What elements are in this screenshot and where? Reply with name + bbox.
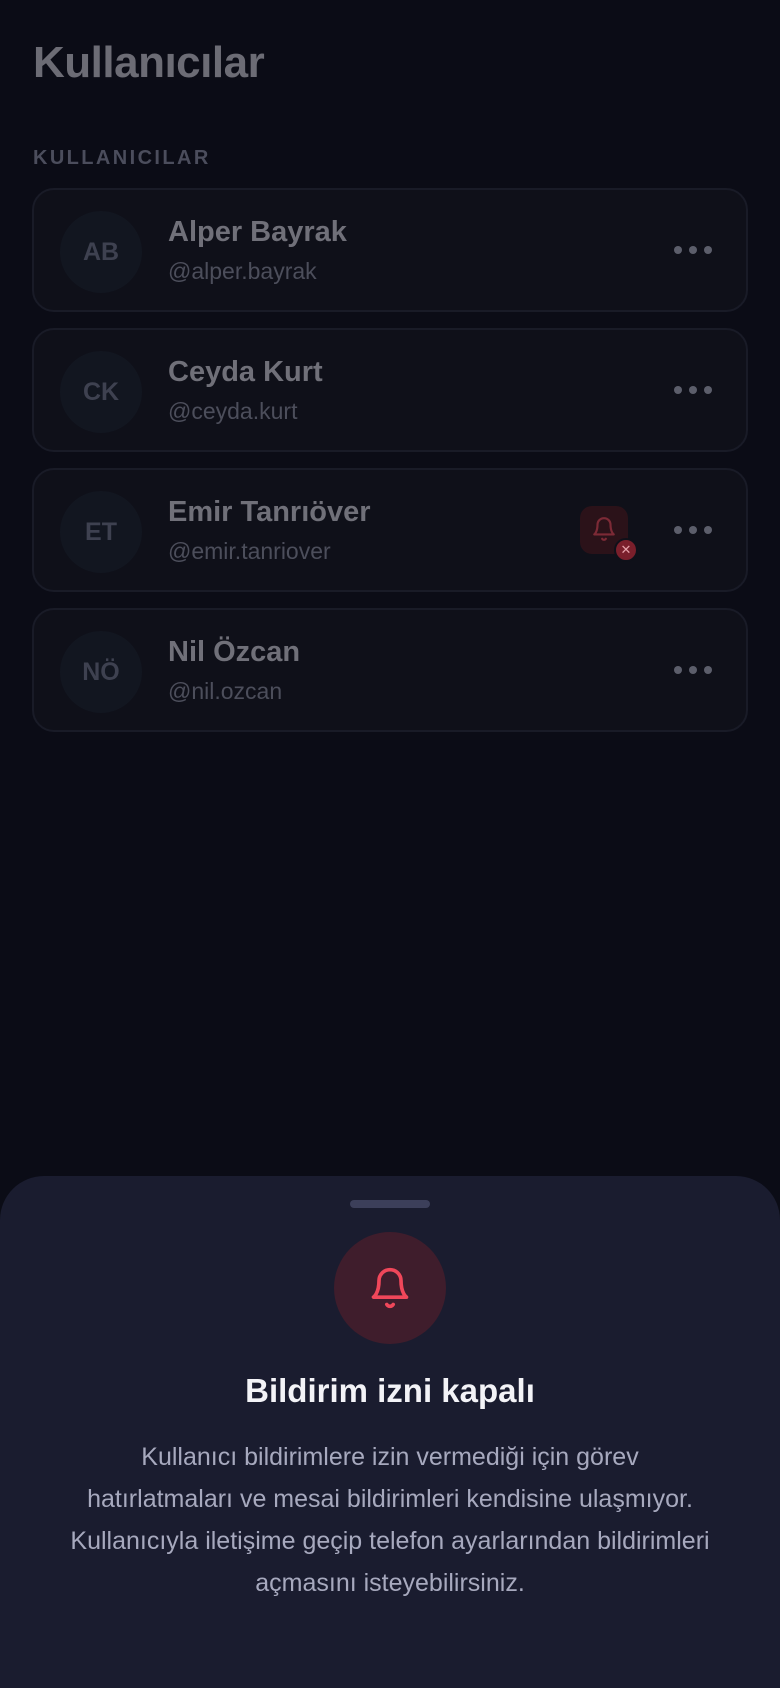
- sheet-title: Bildirim izni kapalı: [245, 1372, 535, 1409]
- user-handle: @alper.bayrak: [168, 258, 317, 284]
- user-card-ceyda-kurt[interactable]: CK Ceyda Kurt @ceyda.kurt: [32, 328, 748, 452]
- more-dot: [689, 526, 697, 534]
- user-handle: @nil.ozcan: [168, 678, 283, 704]
- sheet-description: Kullanıcı bildirimlere izin vermediği iç…: [70, 1443, 710, 1597]
- sheet-drag-handle[interactable]: [350, 1200, 430, 1208]
- more-horizontal-icon: [674, 386, 682, 394]
- user-name: Ceyda Kurt: [168, 356, 323, 388]
- page-title: Kullanıcılar: [33, 38, 265, 87]
- more-options-button[interactable]: [674, 656, 712, 684]
- avatar: CK: [60, 351, 142, 433]
- more-options-button[interactable]: [674, 376, 712, 404]
- user-name: Alper Bayrak: [168, 216, 347, 248]
- more-dot: [689, 386, 697, 394]
- more-options-button[interactable]: [674, 516, 712, 544]
- more-dot: [689, 246, 697, 254]
- user-card-emir-tanriover[interactable]: ET Emir Tanrıöver @emir.tanriover ✕: [32, 468, 748, 592]
- more-horizontal-icon: [674, 526, 682, 534]
- more-options-button[interactable]: [674, 236, 712, 264]
- sheet-icon-container: [334, 1232, 446, 1344]
- more-dot: [704, 526, 712, 534]
- bell-off-icon: [593, 517, 615, 541]
- more-dot: [704, 246, 712, 254]
- user-name: Emir Tanrıöver: [168, 496, 371, 528]
- more-dot: [704, 666, 712, 674]
- notifications-off-badge[interactable]: ✕: [580, 506, 638, 562]
- user-handle: @ceyda.kurt: [168, 398, 298, 424]
- user-handle: @emir.tanriover: [168, 538, 331, 564]
- section-label: KULLANICILAR: [33, 147, 211, 169]
- close-icon: ✕: [614, 538, 638, 562]
- avatar: AB: [60, 211, 142, 293]
- user-card-nil-ozcan[interactable]: NÖ Nil Özcan @nil.ozcan: [32, 608, 748, 732]
- more-horizontal-icon: [674, 666, 682, 674]
- bell-icon: [371, 1267, 409, 1309]
- more-dot: [689, 666, 697, 674]
- more-dot: [704, 386, 712, 394]
- users-screen: Kullanıcılar KULLANICILAR AB Alper Bayra…: [0, 0, 780, 1688]
- avatar: ET: [60, 491, 142, 573]
- notification-permission-sheet: Bildirim izni kapalı Kullanıcı bildiriml…: [0, 1176, 780, 1688]
- avatar: NÖ: [60, 631, 142, 713]
- user-name: Nil Özcan: [168, 636, 301, 668]
- user-card-alper-bayrak[interactable]: AB Alper Bayrak @alper.bayrak: [32, 188, 748, 312]
- more-horizontal-icon: [674, 246, 682, 254]
- user-list: AB Alper Bayrak @alper.bayrak CK Ceyda K…: [32, 188, 748, 748]
